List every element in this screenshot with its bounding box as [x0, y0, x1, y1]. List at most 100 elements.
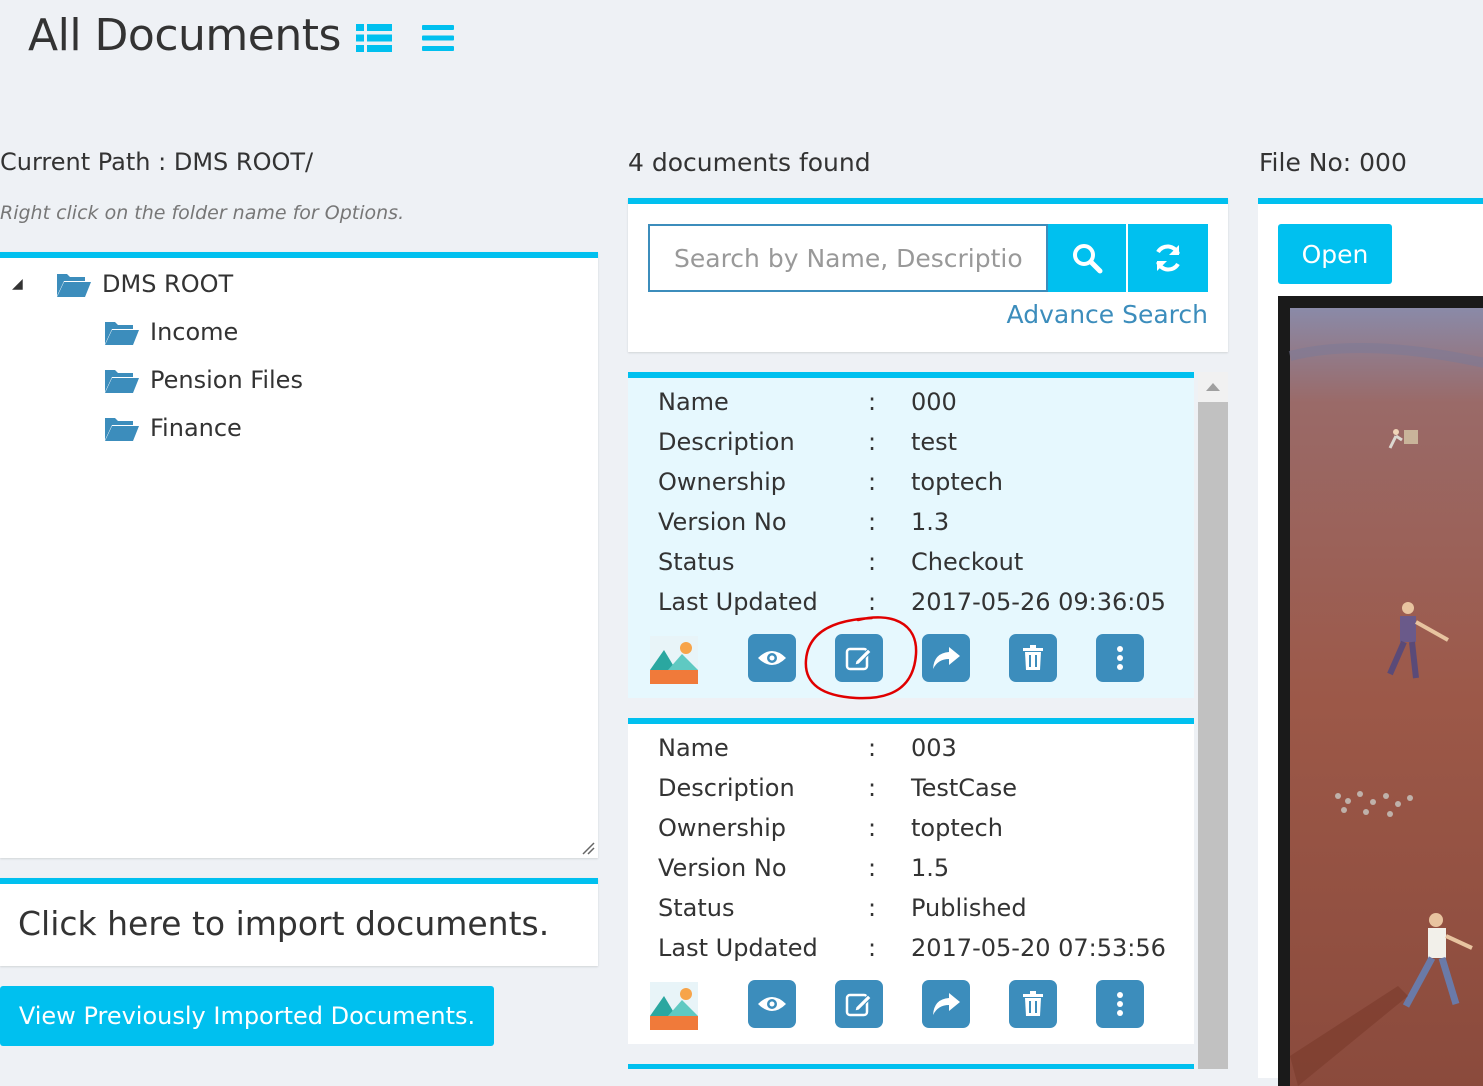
tree-label-income[interactable]: Income: [150, 318, 238, 346]
field-label: Description: [658, 774, 795, 802]
field-description: Description: test: [628, 422, 1188, 462]
current-path: Current Path : DMS ROOT/: [0, 148, 314, 176]
preview-panel: Open: [1258, 198, 1483, 1086]
compact-list-icon[interactable]: [420, 22, 456, 54]
search-icon: [1073, 244, 1103, 274]
refresh-button[interactable]: [1128, 224, 1208, 292]
more-vertical-icon: [1117, 646, 1123, 670]
preview-artwork: [1288, 308, 1483, 1086]
field-separator: :: [868, 508, 877, 536]
field-last-updated: Last Updated: 2017-05-20 07:53:56: [628, 928, 1188, 968]
field-separator: :: [868, 814, 877, 842]
field-name: Name: 000: [628, 382, 1188, 422]
more-options-button[interactable]: [1096, 634, 1144, 682]
field-status: Status: Published: [628, 888, 1188, 928]
field-label: Name: [658, 734, 729, 762]
field-value: 000: [911, 388, 957, 416]
folder-open-icon: [105, 322, 139, 345]
field-value: Published: [911, 894, 1027, 922]
field-separator: :: [868, 854, 877, 882]
folder-tree-panel: ◢ DMS ROOT Income Pension Files Finance: [0, 252, 598, 858]
field-label: Ownership: [658, 468, 786, 496]
file-number-label: File No: 000: [1259, 148, 1407, 177]
tree-label-root[interactable]: DMS ROOT: [102, 270, 233, 298]
documents-count: 4 documents found: [628, 148, 871, 177]
tree-node-pension-files[interactable]: Pension Files: [104, 360, 303, 400]
field-label: Ownership: [658, 814, 786, 842]
eye-icon: [758, 651, 786, 665]
collapse-toggle-icon[interactable]: ◢: [12, 276, 32, 292]
field-separator: :: [868, 548, 877, 576]
document-list-scrollbar[interactable]: [1198, 372, 1228, 1069]
more-options-button[interactable]: [1096, 980, 1144, 1028]
share-icon: [933, 993, 960, 1015]
view-button[interactable]: [748, 634, 796, 682]
folder-open-icon: [105, 418, 139, 441]
edit-button[interactable]: [835, 980, 883, 1028]
delete-button[interactable]: [1009, 980, 1057, 1028]
field-last-updated: Last Updated: 2017-05-26 09:36:05: [628, 582, 1188, 622]
field-separator: :: [868, 588, 877, 616]
delete-button[interactable]: [1009, 634, 1057, 682]
field-value: TestCase: [911, 774, 1017, 802]
field-separator: :: [868, 428, 877, 456]
tree-node-root[interactable]: ◢ DMS ROOT: [12, 264, 233, 304]
field-value: 2017-05-26 09:36:05: [911, 588, 1166, 616]
field-separator: :: [868, 734, 877, 762]
field-name: Name: 003: [628, 728, 1188, 768]
view-button[interactable]: [748, 980, 796, 1028]
field-value: test: [911, 428, 958, 456]
edit-button[interactable]: [835, 634, 883, 682]
list-view-icon[interactable]: [356, 22, 392, 54]
page-title: All Documents: [28, 10, 341, 61]
scroll-thumb[interactable]: [1198, 402, 1228, 1069]
document-card[interactable]: [628, 1064, 1194, 1069]
folder-hint: Right click on the folder name for Optio…: [0, 202, 405, 224]
field-version: Version No: 1.5: [628, 848, 1188, 888]
field-value: toptech: [911, 814, 1003, 842]
field-ownership: Ownership: toptech: [628, 808, 1188, 848]
folder-open-icon: [57, 274, 91, 297]
resize-handle-icon[interactable]: [581, 841, 595, 855]
field-separator: :: [868, 468, 877, 496]
more-vertical-icon: [1117, 992, 1123, 1016]
field-ownership: Ownership: toptech: [628, 462, 1188, 502]
field-label: Status: [658, 894, 735, 922]
import-panel: Click here to import documents.: [0, 878, 598, 966]
document-thumbnail-icon[interactable]: [650, 982, 698, 1030]
eye-icon: [758, 997, 786, 1011]
tree-label-pension-files[interactable]: Pension Files: [150, 366, 303, 394]
field-value: 2017-05-20 07:53:56: [911, 934, 1166, 962]
field-label: Version No: [658, 854, 787, 882]
document-actions: [650, 634, 1170, 684]
advance-search-link[interactable]: Advance Search: [1007, 300, 1208, 329]
tree-label-finance[interactable]: Finance: [150, 414, 242, 442]
share-button[interactable]: [922, 634, 970, 682]
field-label: Last Updated: [658, 934, 818, 962]
open-button[interactable]: Open: [1278, 224, 1392, 284]
share-button[interactable]: [922, 980, 970, 1028]
field-value: 003: [911, 734, 957, 762]
view-previous-imports-button[interactable]: View Previously Imported Documents.: [0, 986, 494, 1046]
folder-open-icon: [105, 370, 139, 393]
field-version: Version No: 1.3: [628, 502, 1188, 542]
field-label: Status: [658, 548, 735, 576]
trash-icon: [1023, 645, 1043, 670]
field-status: Status: Checkout: [628, 542, 1188, 582]
tree-node-income[interactable]: Income: [104, 312, 238, 352]
document-thumbnail-icon[interactable]: [650, 636, 698, 684]
view-toggle-group: [356, 22, 456, 54]
search-button[interactable]: [1048, 224, 1126, 292]
document-card[interactable]: Name: 003 Description: TestCase Ownership:…: [628, 718, 1194, 1044]
tree-node-finance[interactable]: Finance: [104, 408, 242, 448]
scroll-up-arrow-icon[interactable]: [1198, 372, 1228, 402]
document-card[interactable]: Name: 000 Description: test Ownership: topt…: [628, 372, 1194, 698]
search-input[interactable]: [648, 224, 1048, 292]
import-documents-link[interactable]: Click here to import documents.: [18, 904, 549, 943]
field-label: Name: [658, 388, 729, 416]
document-preview-image: [1278, 296, 1483, 1086]
field-label: Description: [658, 428, 795, 456]
field-separator: :: [868, 934, 877, 962]
refresh-icon: [1156, 244, 1180, 272]
document-actions: [650, 980, 1170, 1030]
